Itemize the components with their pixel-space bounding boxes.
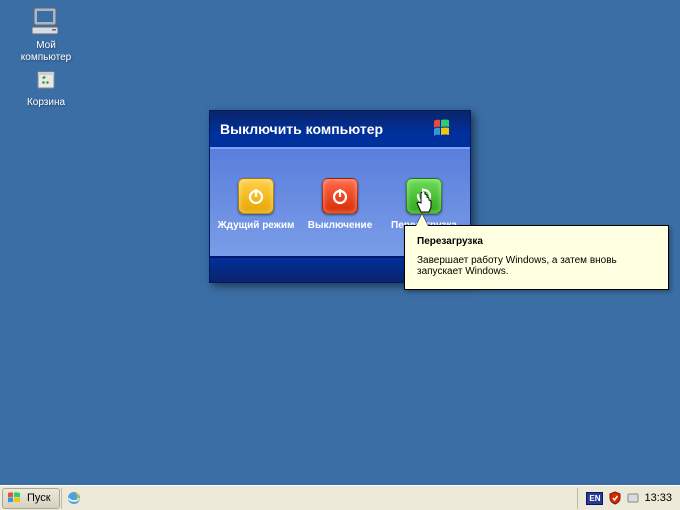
tooltip-title: Перезагрузка (417, 236, 656, 247)
shutdown-dialog-header: Выключить компьютер (210, 111, 470, 147)
my-computer-icon (28, 5, 64, 37)
ie-icon[interactable] (66, 490, 82, 506)
system-tray: EN 13:33 (577, 488, 680, 509)
security-shield-icon[interactable] (608, 491, 622, 505)
desktop-icon-label: Корзина (27, 97, 65, 108)
recycle-bin-icon (30, 62, 62, 94)
language-indicator[interactable]: EN (586, 492, 603, 505)
tooltip-body: Завершает работу Windows, а затем вновь … (417, 255, 656, 277)
desktop-icon-label: Мой компьютер (21, 40, 71, 63)
tooltip-tail (416, 214, 428, 226)
turnoff-icon (322, 178, 358, 214)
quick-launch (61, 488, 86, 509)
standby-icon (238, 178, 274, 214)
standby-button[interactable]: Ждущий режим (217, 178, 295, 231)
tray-item-icon[interactable] (627, 492, 639, 504)
restart-tooltip: Перезагрузка Завершает работу Windows, а… (404, 225, 669, 290)
start-button[interactable]: Пуск (2, 488, 60, 509)
recycle-bin-desktop-icon[interactable]: Корзина (10, 62, 82, 109)
taskbar-clock[interactable]: 13:33 (644, 492, 672, 504)
windows-logo-icon (432, 117, 460, 141)
my-computer-desktop-icon[interactable]: Мой компьютер (10, 5, 82, 63)
shutdown-dialog-title: Выключить компьютер (220, 121, 383, 137)
turnoff-label: Выключение (308, 220, 373, 231)
taskbar: Пуск EN 13:33 (0, 485, 680, 510)
windows-flag-icon (7, 491, 23, 505)
turnoff-button[interactable]: Выключение (301, 178, 379, 231)
start-button-label: Пуск (27, 492, 51, 504)
standby-label: Ждущий режим (218, 220, 295, 231)
restart-icon (406, 178, 442, 214)
